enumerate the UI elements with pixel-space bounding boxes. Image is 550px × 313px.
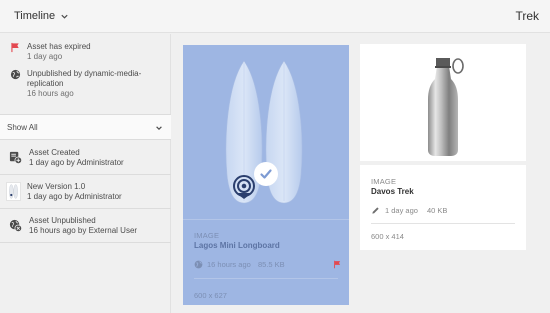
chevron-down-icon: [156, 126, 162, 131]
meta-divider: [371, 223, 515, 224]
asset-dimensions: 600 x 414: [371, 232, 404, 241]
top-bar: Timeline Trek: [0, 0, 550, 33]
asset-thumbnail: [360, 44, 526, 161]
globe-icon: [10, 69, 21, 80]
asset-type: IMAGE: [371, 177, 397, 186]
timeline-rail: Asset has expired 1 day ago Unpublished …: [0, 34, 171, 313]
chevron-down-icon: [61, 14, 68, 19]
asset-grid: IMAGE Lagos Mini Longboard 16 hours ago …: [172, 34, 550, 313]
event-asset-created[interactable]: Asset Created 1 day ago by Administrator: [0, 141, 171, 175]
event-detail: 16 hours ago by External User: [29, 225, 138, 235]
event-detail: 1 day ago by Administrator: [29, 157, 124, 167]
event-list: Asset Created 1 day ago by Administrator…: [0, 141, 171, 243]
modified-time: 16 hours ago: [207, 260, 251, 269]
alert-title: Unpublished by dynamic-media-replication: [27, 69, 142, 88]
asset-name: Davos Trek: [371, 187, 414, 196]
flag-icon: [11, 42, 19, 53]
asset-meta-row: 16 hours ago 85.5 KB: [194, 260, 342, 269]
event-new-version[interactable]: New Version 1.0 1 day ago by Administrat…: [0, 175, 171, 209]
meta-divider: [194, 278, 338, 279]
modified-time: 1 day ago: [385, 206, 418, 215]
asset-card-davos-trek[interactable]: IMAGE Davos Trek 1 day ago 40 KB 600 x 4…: [360, 44, 526, 250]
show-all-filter[interactable]: Show All: [0, 114, 171, 140]
card-divider: [360, 161, 526, 165]
asset-name: Lagos Mini Longboard: [194, 241, 280, 250]
alert-title: Asset has expired: [27, 42, 91, 51]
file-size: 40 KB: [427, 206, 448, 215]
event-title: New Version 1.0: [27, 181, 86, 191]
version-thumbnail: [6, 182, 21, 201]
asset-type: IMAGE: [194, 231, 220, 240]
pencil-icon: [372, 207, 379, 214]
selection-checkmark-icon[interactable]: [254, 162, 278, 186]
event-detail: 1 day ago by Administrator: [27, 191, 122, 201]
asset-card-lagos[interactable]: IMAGE Lagos Mini Longboard 16 hours ago …: [183, 45, 349, 305]
timeline-dropdown[interactable]: Timeline: [14, 10, 69, 22]
event-title: Asset Created: [29, 147, 80, 157]
timeline-label: Timeline: [14, 10, 56, 22]
card-divider: [183, 219, 349, 220]
water-bottle-image: [428, 58, 464, 156]
asset-meta-row: 1 day ago 40 KB: [371, 206, 447, 215]
alert-time: 16 hours ago: [27, 89, 74, 98]
file-size: 85.5 KB: [258, 260, 285, 269]
flag-icon: [334, 260, 341, 269]
filter-label: Show All: [7, 122, 38, 132]
alert-unpublished[interactable]: Unpublished by dynamic-media-replication…: [10, 69, 172, 99]
event-title: Asset Unpublished: [29, 215, 96, 225]
asset-dimensions: 600 x 627: [194, 291, 227, 300]
globe-icon: [194, 260, 203, 269]
alerts-section: Asset has expired 1 day ago Unpublished …: [0, 34, 170, 113]
unpublish-icon: [9, 219, 22, 232]
event-asset-unpublished[interactable]: Asset Unpublished 16 hours ago by Extern…: [0, 209, 171, 243]
alert-expired[interactable]: Asset has expired 1 day ago: [10, 42, 91, 62]
alert-time: 1 day ago: [27, 52, 63, 61]
page-title: Trek: [515, 9, 539, 23]
asset-created-icon: [9, 151, 22, 164]
